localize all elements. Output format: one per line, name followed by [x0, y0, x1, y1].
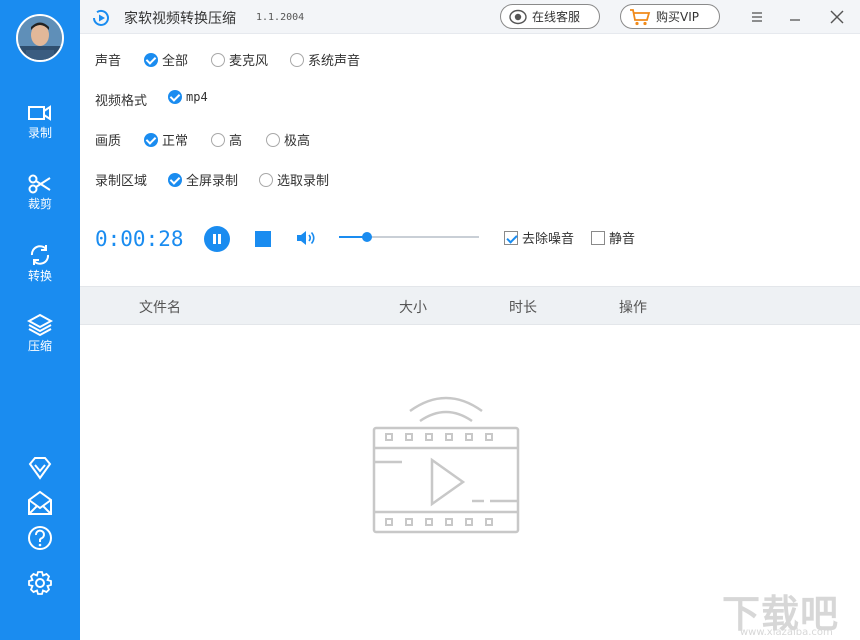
quality-option-ultra[interactable]: 极高: [266, 130, 310, 149]
volume-slider[interactable]: [339, 232, 479, 242]
sidebar-item-label: 裁剪: [27, 197, 52, 211]
pause-button[interactable]: [204, 226, 230, 252]
quality-option-high[interactable]: 高: [211, 130, 242, 149]
diamond-icon[interactable]: [26, 454, 54, 482]
area-option-select[interactable]: 选取录制: [259, 170, 329, 189]
scissors-icon: [28, 174, 51, 194]
help-icon[interactable]: [26, 524, 54, 552]
online-support-button[interactable]: 在线客服: [500, 4, 600, 29]
minimize-icon[interactable]: [785, 7, 805, 27]
avatar[interactable]: [16, 14, 64, 62]
volume-icon[interactable]: [295, 229, 317, 247]
audio-option-all[interactable]: 全部: [144, 50, 188, 69]
app-window: 录制 裁剪 转换 压缩 家软视频转换压缩 1.1.2004 在线客服 购买VIP…: [0, 0, 860, 640]
settings-icon[interactable]: [26, 569, 54, 597]
title-bar: 家软视频转换压缩 1.1.2004 在线客服 购买VIP: [80, 0, 860, 34]
app-title: 家软视频转换压缩: [124, 11, 236, 27]
denoise-label: 去除噪音: [522, 232, 575, 247]
mail-icon[interactable]: [26, 489, 54, 517]
watermark: 下载吧 www.xiazaiba.com: [722, 583, 860, 640]
area-option-fullscreen[interactable]: 全屏录制: [168, 170, 238, 189]
sidebar-item-cut[interactable]: 裁剪: [0, 173, 80, 233]
convert-icon: [30, 245, 50, 265]
area-label: 录制区域: [95, 174, 148, 189]
file-table-header: 文件名 大小 时长 操作: [80, 286, 860, 325]
sidebar: 录制 裁剪 转换 压缩: [0, 0, 80, 640]
column-duration[interactable]: 时长: [509, 297, 537, 317]
close-icon[interactable]: [827, 7, 847, 27]
mute-checkbox[interactable]: 静音: [591, 228, 635, 247]
app-version: 1.1.2004: [256, 12, 305, 23]
quality-option-normal[interactable]: 正常: [144, 130, 188, 149]
column-size[interactable]: 大小: [399, 297, 427, 317]
column-filename[interactable]: 文件名: [139, 297, 181, 317]
sidebar-item-label: 压缩: [27, 339, 52, 353]
format-label: 视频格式: [95, 94, 148, 109]
mute-label: 静音: [609, 232, 636, 247]
recording-timer: 0:00:28: [95, 227, 184, 251]
audio-label: 声音: [95, 54, 122, 69]
sidebar-item-compress[interactable]: 压缩: [0, 313, 80, 373]
sidebar-item-label: 录制: [27, 126, 52, 140]
watermark-url: www.xiazaiba.com: [740, 627, 833, 638]
quality-label: 画质: [95, 134, 122, 149]
cart-icon: [630, 8, 651, 25]
column-actions: 操作: [619, 300, 647, 316]
empty-video-illustration: [372, 396, 520, 534]
sidebar-item-convert[interactable]: 转换: [0, 243, 80, 303]
sidebar-item-record[interactable]: 录制: [0, 102, 80, 162]
buy-vip-label: 购买VIP: [656, 10, 699, 24]
audio-option-mic[interactable]: 麦克风: [211, 50, 268, 69]
denoise-checkbox[interactable]: 去除噪音: [504, 228, 574, 247]
camera-icon: [28, 105, 51, 121]
buy-vip-button[interactable]: 购买VIP: [620, 4, 720, 29]
volume-slider-knob[interactable]: [362, 232, 372, 242]
layers-icon: [27, 313, 53, 337]
menu-icon[interactable]: [747, 7, 767, 27]
stop-button[interactable]: [255, 231, 271, 247]
app-logo-icon: [93, 9, 109, 26]
headset-icon: [509, 9, 527, 24]
online-support-label: 在线客服: [532, 10, 581, 24]
format-option-mp4[interactable]: mp4: [168, 90, 208, 104]
audio-option-system[interactable]: 系统声音: [290, 50, 360, 69]
sidebar-item-label: 转换: [27, 269, 52, 283]
